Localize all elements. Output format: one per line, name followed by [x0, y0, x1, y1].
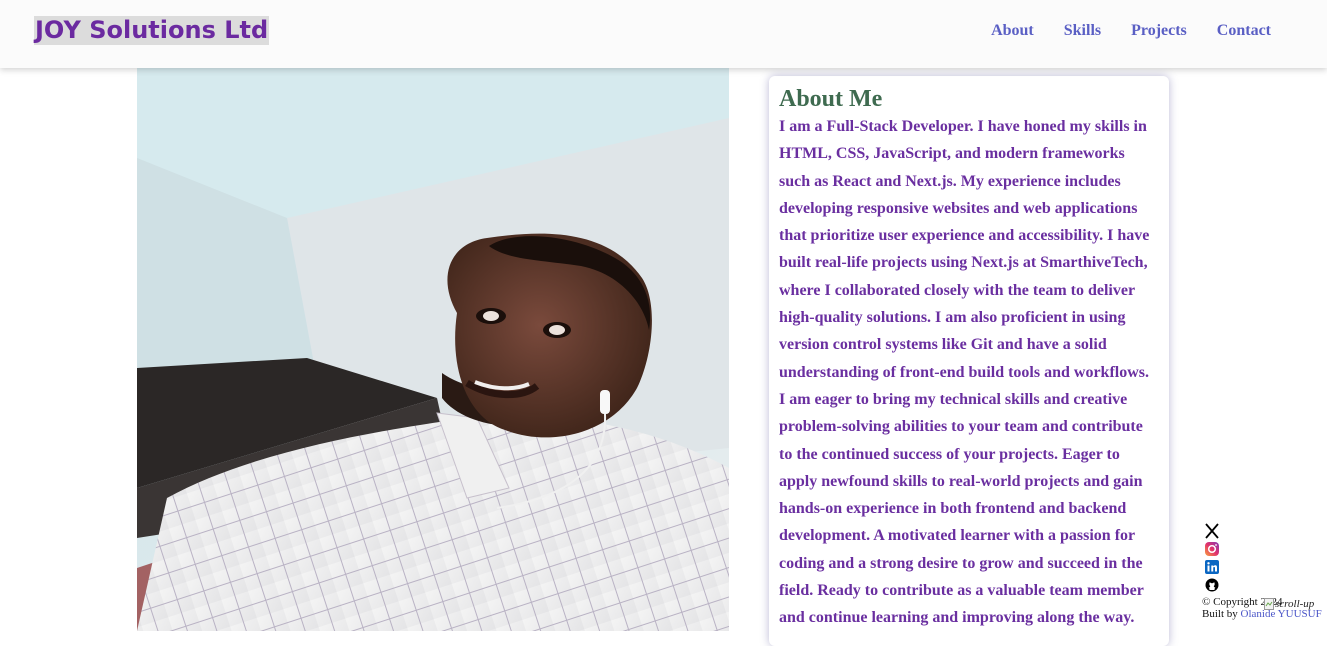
brand-logo[interactable]: JOY Solutions Ltd: [34, 16, 270, 45]
scroll-up-button[interactable]: scroll-up: [1264, 598, 1314, 610]
nav-about-link[interactable]: About: [991, 20, 1034, 42]
instagram-icon[interactable]: [1204, 541, 1220, 556]
about-title: About Me: [779, 86, 883, 112]
nav-projects-link[interactable]: Projects: [1131, 20, 1187, 42]
built-by-prefix: Built by: [1202, 608, 1241, 620]
social-links: [1202, 523, 1222, 592]
about-text: I am a Full-Stack Developer. I have hone…: [779, 118, 1150, 627]
scroll-up-alt-text: scroll-up: [1275, 598, 1315, 610]
nav-skills-link[interactable]: Skills: [1064, 20, 1101, 42]
nav-contact-link[interactable]: Contact: [1217, 20, 1271, 42]
linkedin-icon[interactable]: [1204, 559, 1220, 574]
broken-image-icon: [1264, 598, 1274, 610]
navbar: JOY Solutions Ltd About Skills Projects …: [0, 0, 1327, 68]
about-card: About Me I am a Full-Stack Developer. I …: [769, 76, 1169, 646]
x-icon[interactable]: [1204, 523, 1220, 539]
github-icon[interactable]: [1204, 577, 1220, 592]
nav-links: About Skills Projects Contact: [991, 20, 1271, 42]
profile-photo: [137, 68, 729, 631]
